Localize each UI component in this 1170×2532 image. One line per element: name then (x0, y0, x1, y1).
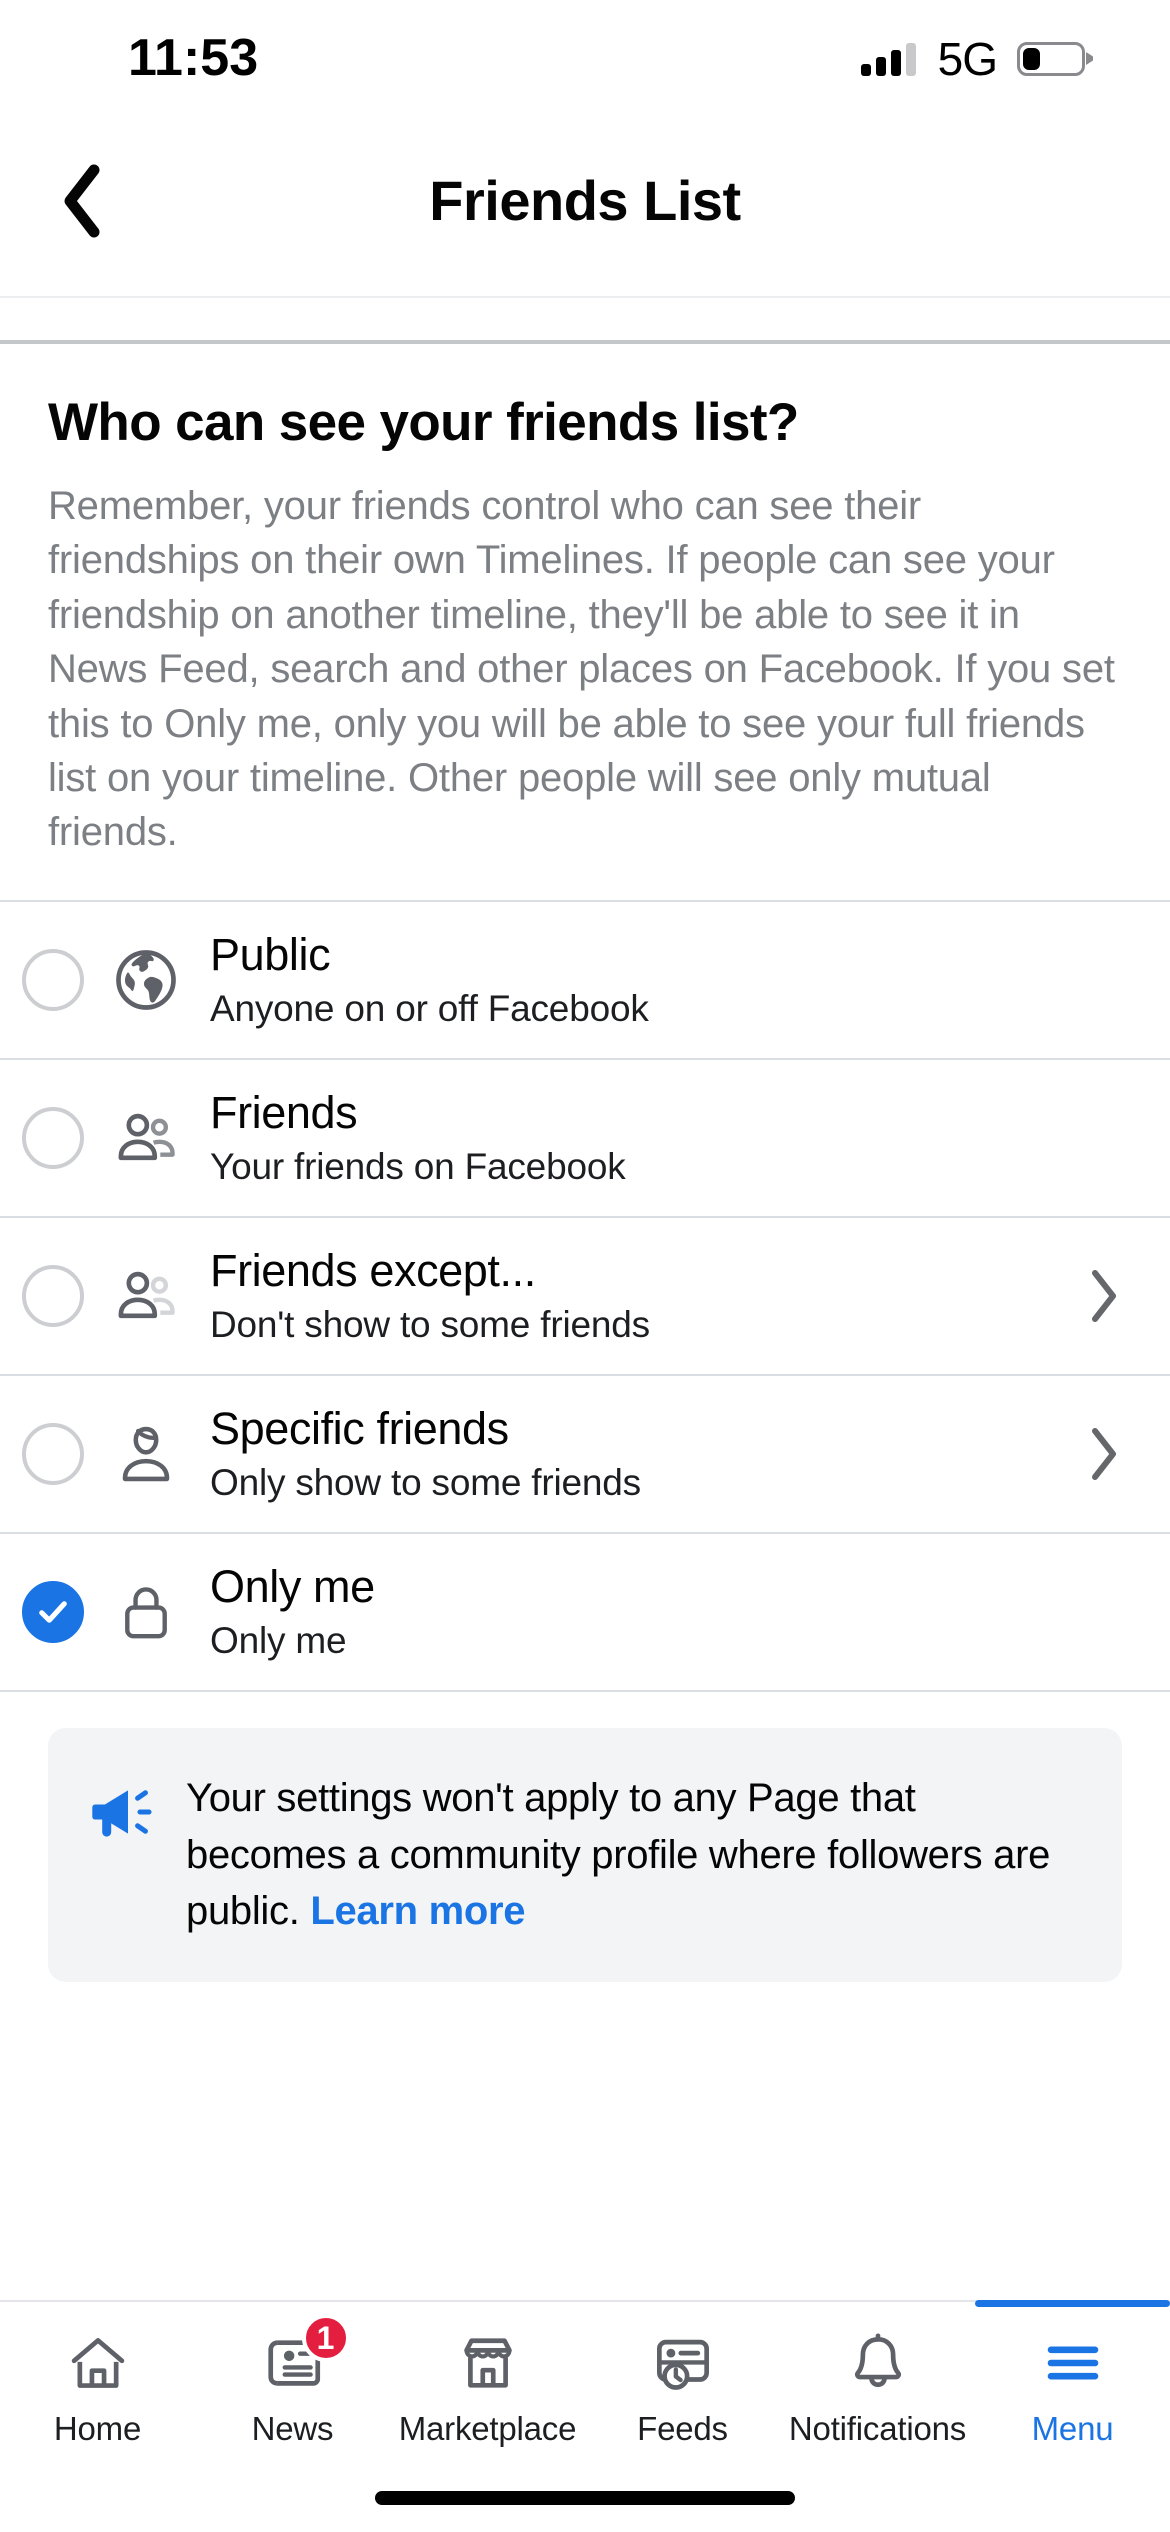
description-title: Who can see your friends list? (48, 393, 799, 452)
option-label: Friends except... (210, 1244, 536, 1296)
option-label: Specific friends (210, 1402, 509, 1454)
friends-list-privacy-screen: 11:53 5G Friends List Who can see your f… (0, 0, 1170, 2532)
description-section: Who can see your friends list? Remember,… (0, 344, 1170, 902)
option-text: Only me Only me (210, 1561, 1126, 1663)
feeds-icon (650, 2326, 716, 2400)
tab-label: Feeds (637, 2410, 728, 2447)
megaphone-icon (86, 1776, 158, 1848)
tab-feeds[interactable]: Feeds (585, 2302, 780, 2464)
page-title: Friends List (429, 169, 741, 232)
option-label: Public (210, 928, 331, 980)
chevron-left-icon (64, 164, 100, 237)
option-sublabel: Anyone on or off Facebook (210, 988, 649, 1030)
person-icon (110, 1418, 182, 1490)
hamburger-menu-icon (1040, 2326, 1106, 2400)
option-row-specific-friends[interactable]: Specific friends Only show to some frien… (0, 1375, 1170, 1534)
option-label: Friends (210, 1086, 358, 1138)
radio-specific-friends[interactable] (22, 1422, 84, 1485)
info-banner-text: Your settings won't apply to any Page th… (186, 1770, 1082, 1940)
option-row-friends[interactable]: Friends Your friends on Facebook (0, 1059, 1170, 1218)
option-text: Public Anyone on or off Facebook (210, 929, 1126, 1031)
status-bar-indicators: 5G (860, 32, 1093, 86)
radio-only-me[interactable] (22, 1580, 84, 1643)
battery-icon (1017, 41, 1093, 76)
radio-friends[interactable] (22, 1106, 84, 1169)
nav-header: Friends List (0, 105, 1170, 298)
chevron-right-icon[interactable] (1082, 1425, 1126, 1483)
network-type-label: 5G (937, 32, 998, 85)
home-icon (65, 2326, 131, 2400)
bottom-tab-bar: Home 1 News Marketplace Feeds Notificati… (0, 2300, 1170, 2464)
option-sublabel: Only show to some friends (210, 1462, 641, 1504)
tab-home[interactable]: Home (0, 2302, 195, 2464)
radio-public[interactable] (22, 948, 84, 1011)
tab-notifications[interactable]: Notifications (780, 2302, 975, 2464)
friends-icon (110, 1102, 182, 1174)
content-spacer (0, 1982, 1170, 2300)
tab-marketplace[interactable]: Marketplace (390, 2302, 585, 2464)
check-icon (39, 1600, 67, 1623)
learn-more-link[interactable]: Learn more (310, 1889, 525, 1933)
option-row-friends-except[interactable]: Friends except... Don't show to some fri… (0, 1217, 1170, 1376)
option-sublabel: Your friends on Facebook (210, 1146, 626, 1188)
news-badge: 1 (301, 2314, 350, 2362)
cellular-signal-icon (860, 42, 916, 76)
radio-friends-except[interactable] (22, 1264, 84, 1327)
tab-label: Home (53, 2410, 142, 2447)
tab-news[interactable]: 1 News (195, 2302, 390, 2464)
option-text: Specific friends Only show to some frien… (210, 1403, 1066, 1505)
chevron-right-icon[interactable] (1082, 1267, 1126, 1325)
option-row-only-me[interactable]: Only me Only me (0, 1533, 1170, 1692)
friends-except-icon (110, 1260, 182, 1332)
option-text: Friends Your friends on Facebook (210, 1087, 1126, 1189)
tab-label: News (251, 2410, 334, 2447)
bell-icon (845, 2326, 911, 2400)
tab-label: Notifications (788, 2410, 967, 2447)
option-row-public[interactable]: Public Anyone on or off Facebook (0, 901, 1170, 1060)
status-bar: 11:53 5G (0, 0, 1170, 105)
news-icon: 1 (260, 2314, 350, 2400)
tab-label: Marketplace (398, 2410, 577, 2447)
marketplace-icon (455, 2326, 521, 2400)
info-banner: Your settings won't apply to any Page th… (48, 1727, 1122, 1983)
description-body: Remember, your friends control who can s… (48, 484, 1115, 855)
info-banner-container: Your settings won't apply to any Page th… (0, 1692, 1170, 1983)
active-tab-indicator (975, 2300, 1170, 2307)
option-label: Only me (210, 1560, 375, 1612)
globe-icon (110, 944, 182, 1016)
header-divider (0, 298, 1170, 344)
option-sublabel: Only me (210, 1620, 347, 1662)
tab-menu[interactable]: Menu (975, 2300, 1170, 2464)
lock-icon (110, 1576, 182, 1648)
home-indicator (375, 2491, 795, 2505)
option-text: Friends except... Don't show to some fri… (210, 1245, 1066, 1347)
back-button[interactable] (42, 162, 120, 240)
option-sublabel: Don't show to some friends (210, 1304, 650, 1346)
home-indicator-area (0, 2464, 1170, 2532)
tab-label: Menu (1031, 2410, 1114, 2447)
status-bar-time: 11:53 (128, 28, 259, 87)
